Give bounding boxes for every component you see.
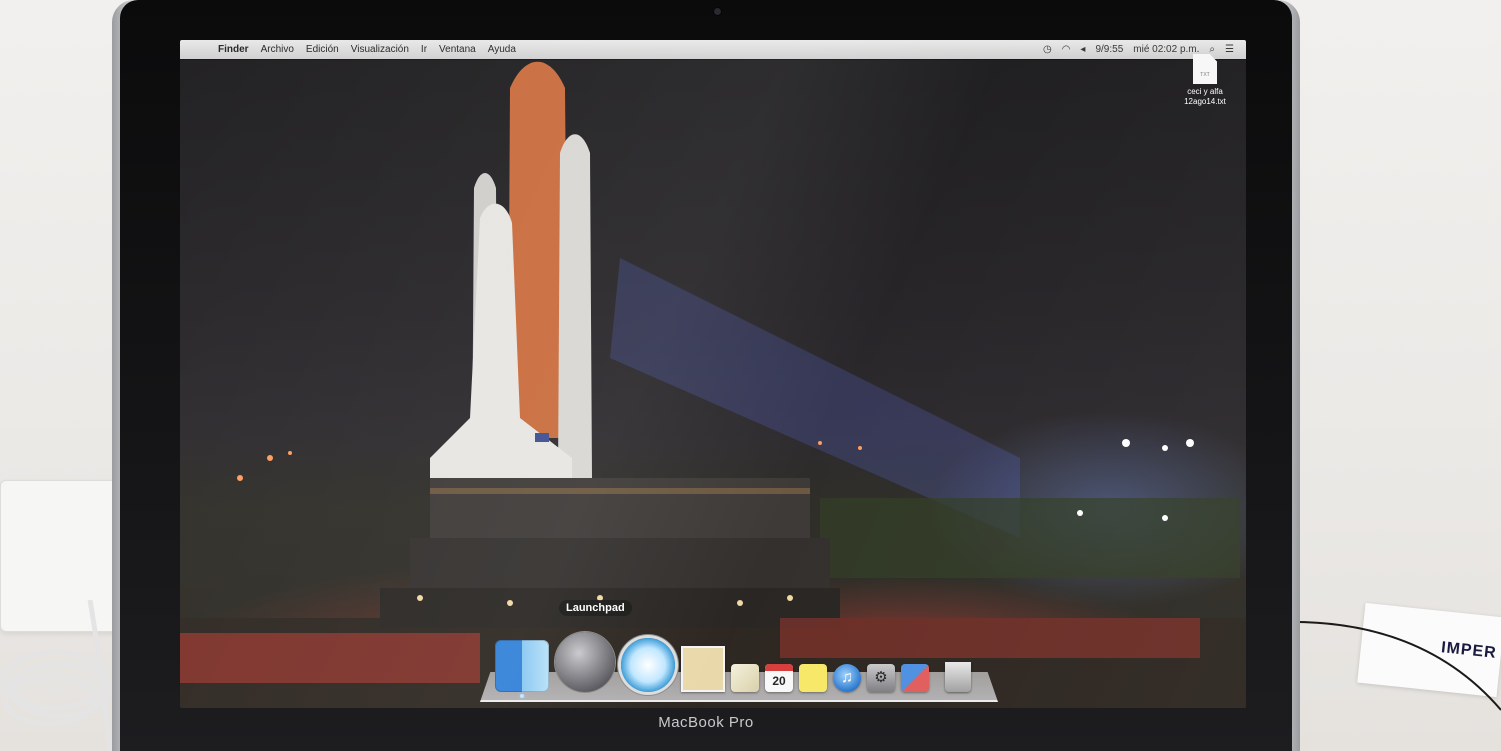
desktop-file[interactable]: TXT ceci y alfa 12ago14.txt — [1170, 54, 1240, 107]
dock-tooltip: Launchpad — [559, 600, 632, 616]
gear-icon: ⚙ — [867, 664, 895, 692]
dock-dashboard[interactable] — [901, 664, 929, 692]
dock-mail[interactable] — [681, 646, 725, 692]
finder-icon — [495, 640, 549, 692]
wifi-icon[interactable]: ◠ — [1062, 44, 1071, 55]
stickies-icon — [799, 664, 827, 692]
safari-compass-icon — [621, 638, 675, 692]
menu-edicion[interactable]: Edición — [306, 44, 339, 55]
dock: 20 ♫ ⚙ — [495, 632, 971, 698]
dock-safari[interactable] — [621, 638, 675, 692]
menu-archivo[interactable]: Archivo — [261, 44, 294, 55]
screen: Finder Archivo Edición Visualización Ir … — [180, 40, 1246, 708]
launchpad-rocket-icon — [555, 632, 615, 692]
volume-icon[interactable]: ◂ — [1080, 44, 1085, 55]
menu-ayuda[interactable]: Ayuda — [488, 44, 516, 55]
dock-itunes[interactable]: ♫ — [833, 664, 861, 692]
text-file-icon: TXT — [1193, 54, 1217, 84]
running-indicator — [520, 694, 524, 698]
battery-status[interactable]: 9/9:55 — [1095, 44, 1123, 55]
menu-visualizacion[interactable]: Visualización — [351, 44, 409, 55]
camera — [714, 8, 721, 15]
mail-stamp-icon — [681, 646, 725, 692]
desktop-wallpaper — [180, 61, 1246, 708]
screen-bezel: Finder Archivo Edición Visualización Ir … — [120, 0, 1292, 751]
power-cable — [1281, 620, 1501, 711]
dock-calendar[interactable]: 20 — [765, 664, 793, 692]
calendar-icon: 20 — [765, 664, 793, 692]
menu-bar: Finder Archivo Edición Visualización Ir … — [180, 40, 1246, 59]
file-ext: TXT — [1200, 72, 1210, 78]
dock-trash[interactable] — [945, 662, 971, 692]
menu-ventana[interactable]: Ventana — [439, 44, 476, 55]
desktop-file-name-line2: 12ago14.txt — [1184, 97, 1226, 106]
menu-ir[interactable]: Ir — [421, 44, 427, 55]
laptop-brand-label: MacBook Pro — [658, 714, 754, 731]
dock-system-preferences[interactable]: ⚙ — [867, 664, 895, 692]
laptop: Finder Archivo Edición Visualización Ir … — [112, 0, 1300, 751]
time-machine-icon[interactable]: ◷ — [1043, 44, 1052, 55]
itunes-icon: ♫ — [833, 664, 861, 692]
dock-preview[interactable] — [731, 664, 759, 692]
trash-icon — [945, 662, 971, 692]
menu-app-finder[interactable]: Finder — [218, 44, 249, 55]
dock-stickies[interactable] — [799, 664, 827, 692]
dock-finder[interactable] — [495, 640, 549, 698]
dock-launchpad[interactable] — [555, 632, 615, 692]
preview-icon — [731, 664, 759, 692]
dashboard-icon — [901, 664, 929, 692]
desktop-file-name-line1: ceci y alfa — [1187, 87, 1223, 96]
